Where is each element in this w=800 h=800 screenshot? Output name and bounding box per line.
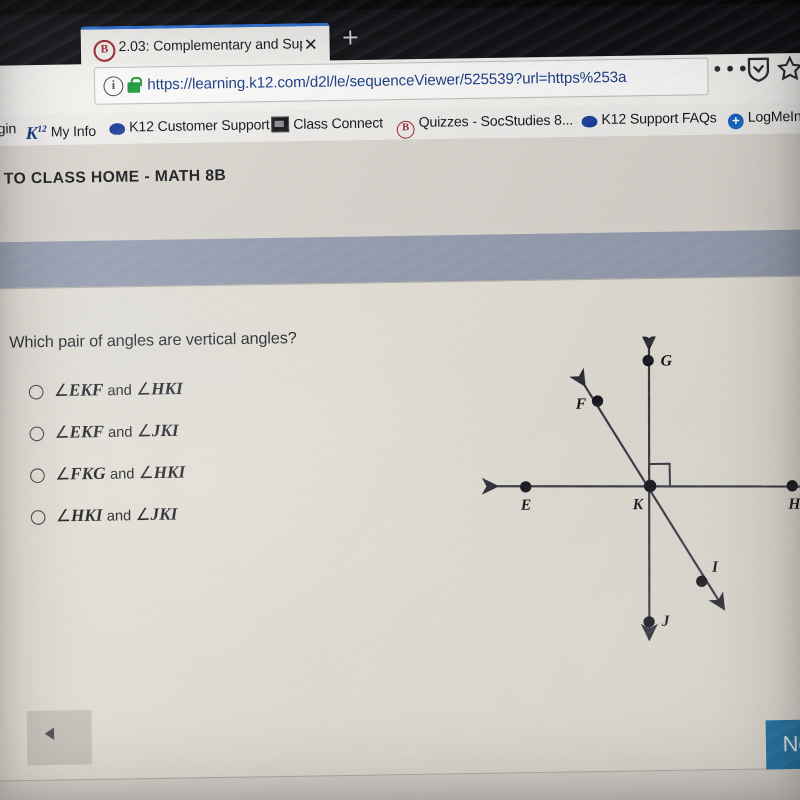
laptop-screen-photo: ✕ B 2.03: Complementary and Supp ✕ + i h… [0,0,800,800]
angle-name: EKF [68,379,104,400]
angle-symbol: ∠ [55,463,71,484]
bookmark-label: Class Connect [293,114,384,133]
blackboard-icon: B [396,120,415,139]
previous-button[interactable] [26,710,93,766]
angle-name: EKF [69,421,104,442]
bookmark-k12-support-faqs[interactable]: K12 Support FAQs [581,107,717,132]
point-label-J: J [661,613,670,630]
angle-name: HKI [70,505,103,526]
answer-choice-1-label: ∠EKF and ∠HKI [54,376,183,403]
radio-button[interactable] [28,384,44,400]
angle-name: JKI [150,503,178,525]
tab-title: 2.03: Complementary and Supp [118,35,303,55]
point-label-I: I [711,559,719,576]
shield-icon[interactable] [746,56,772,89]
bookmark-label: My Info [50,123,97,140]
point-J [643,616,655,628]
bookmark-my-info[interactable]: K12 My Info [26,116,97,143]
bookmark-label: K12 Support FAQs [601,109,717,128]
point-label-E: E [520,497,532,515]
conjunction: and [107,381,132,399]
point-I [696,575,708,587]
conjunction: and [107,423,133,441]
three-intersecting-lines-diagram: G F E K H I J [476,333,800,684]
bookmark-label: K12 Customer Support [129,116,270,135]
point-H [786,480,798,492]
question-card: Which pair of angles are vertical angles… [0,274,800,782]
blackboard-icon: B [93,39,116,63]
angle-name: JKI [151,420,179,441]
conjunction: and [109,464,135,482]
angle-symbol: ∠ [53,380,70,401]
angle-symbol: ∠ [136,420,152,441]
angle-symbol: ∠ [135,504,151,525]
bookmark-label: Quizzes - SocStudies 8... [418,111,574,131]
point-G [642,354,654,367]
url-text: https://learning.k12.com/d2l/le/sequence… [147,69,627,94]
blob-icon [109,123,126,135]
answer-choice-3-label: ∠FKG and ∠HKI [55,460,185,487]
screen-icon [271,116,290,133]
close-icon[interactable]: ✕ [301,34,320,54]
point-label-F: F [575,396,587,413]
point-F [591,395,604,407]
answer-choice-2-label: ∠EKF and ∠JKI [54,418,178,445]
new-tab-button[interactable]: + [338,24,363,49]
angle-symbol: ∠ [135,378,152,399]
browser-window: ✕ B 2.03: Complementary and Supp ✕ + i h… [0,0,800,800]
page-actions-menu-icon[interactable]: ••• [711,58,750,87]
page-info-icon[interactable]: i [103,76,124,97]
point-label-K: K [632,496,644,514]
point-label-G: G [660,352,673,370]
bookmark-star-icon[interactable] [776,55,800,88]
angle-name: FKG [70,463,106,484]
angle-symbol: ∠ [54,421,70,443]
angle-symbol: ∠ [55,505,72,526]
lock-icon [127,76,142,93]
point-label-H: H [788,496,800,514]
conjunction: and [106,506,132,524]
bookmark-label: S Login [0,120,17,137]
bookmark-class-connect[interactable]: Class Connect [271,112,383,137]
bookmark-k12-customer-support[interactable]: K12 Customer Support [109,114,270,140]
bookmark-logmein[interactable]: + LogMeIn [727,105,800,130]
k12-logo-icon: K12 [25,123,47,144]
left-triangle-icon [44,727,55,741]
angle-name: HKI [153,461,186,483]
angle-symbol: ∠ [138,462,154,483]
question-text: Which pair of angles are vertical angles… [9,329,297,352]
radio-button[interactable] [30,510,46,525]
bookmark-s-login[interactable]: S Login [0,118,16,142]
radio-button[interactable] [30,468,45,484]
bookmark-label: LogMeIn [747,108,800,125]
bookmark-quizzes-socstudies[interactable]: B Quizzes - SocStudies 8... [396,109,574,139]
blob-icon [581,115,598,128]
plus-circle-icon: + [727,112,744,130]
point-E [520,481,532,493]
next-button[interactable]: Next [765,718,800,770]
radio-button[interactable] [29,426,45,442]
answer-choice-4-label: ∠HKI and ∠JKI [56,502,178,529]
angle-name: HKI [150,378,183,399]
